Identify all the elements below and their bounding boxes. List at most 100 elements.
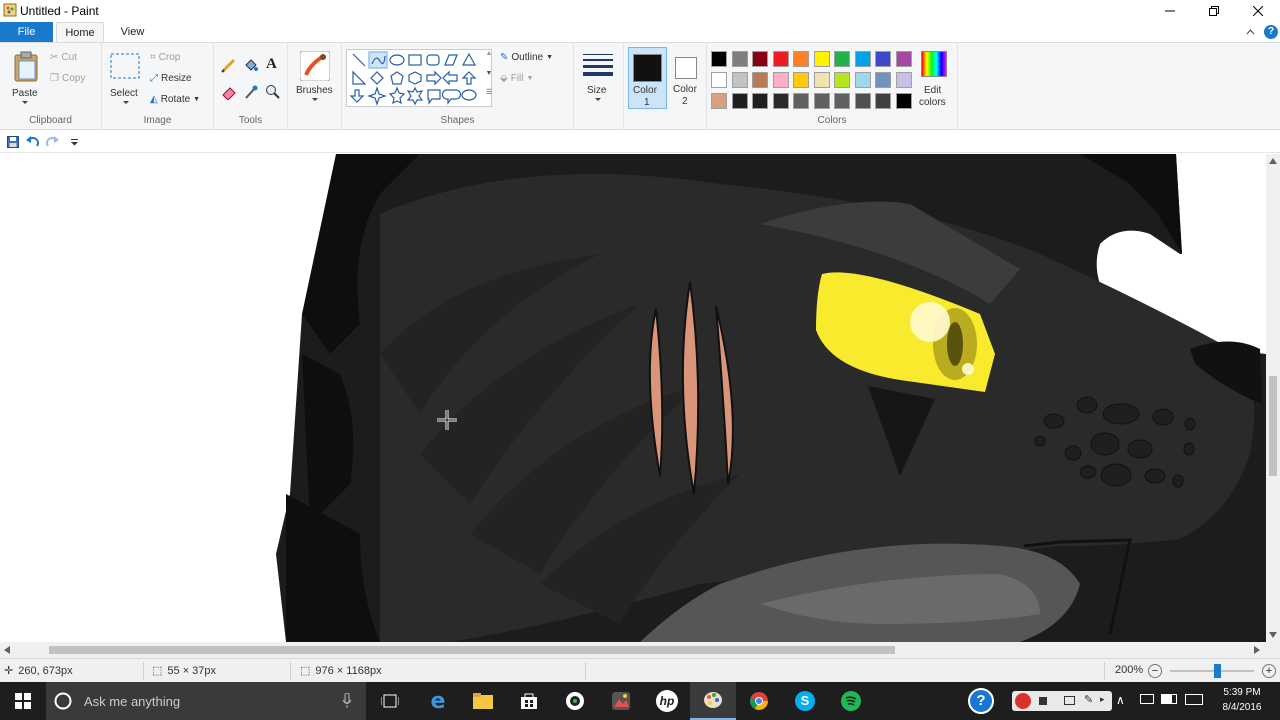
cut-button[interactable]: ✂ Cut [50,52,77,63]
color-swatch[interactable] [752,93,768,109]
zoom-slider-thumb[interactable] [1214,664,1222,678]
zoom-in-button[interactable]: + [1262,664,1276,678]
resize-button[interactable]: ⤢ Resize [150,73,192,84]
taskbar-clock[interactable]: 5:39 PM 8/4/2016 [1210,685,1274,715]
fill-button[interactable]: ⬙ Fill ▼ [500,73,533,84]
scroll-up-icon[interactable] [1269,158,1277,164]
crop-button[interactable]: ⌗ Crop [150,52,180,63]
color-picker-icon[interactable] [243,84,259,100]
color-swatch[interactable] [813,51,830,67]
paste-button[interactable]: Paste [6,47,46,104]
color-swatch[interactable] [895,93,912,109]
customize-toolbar-icon[interactable] [71,139,78,146]
color-swatch[interactable] [813,72,830,88]
color-swatch[interactable] [772,72,789,88]
brushes-group[interactable]: Brushes [288,43,342,129]
recording-toolbar[interactable]: ✎ ▸ [1012,691,1112,711]
help-tray-icon[interactable]: ? [958,682,1004,720]
color-swatch[interactable] [895,72,912,88]
color-swatch[interactable] [875,93,891,109]
color-swatch[interactable] [731,72,748,88]
zoom-slider[interactable] [1170,670,1254,672]
color-swatch[interactable] [711,93,727,109]
keyboard-icon[interactable] [1185,694,1203,705]
show-hidden-icons[interactable]: ∧ [1116,693,1125,707]
network-icon[interactable] [1140,694,1154,704]
skype-icon[interactable]: S [782,682,828,720]
color-swatch[interactable] [772,51,789,67]
help-icon[interactable]: ? [1264,25,1278,39]
color-swatch[interactable] [752,51,768,67]
color-swatch[interactable] [854,93,871,109]
color-swatch[interactable] [793,93,809,109]
hp-app-icon[interactable]: hp [644,682,690,720]
store-icon[interactable] [506,682,552,720]
media-app-icon[interactable] [552,682,598,720]
color-swatch[interactable] [793,72,809,88]
color-swatch[interactable] [772,93,789,109]
canvas-workspace[interactable] [0,154,1266,642]
color-swatch[interactable] [854,51,871,67]
scroll-down-icon[interactable] [1269,632,1277,638]
color-swatch[interactable] [813,93,830,109]
microphone-icon[interactable] [342,693,352,709]
color-swatch[interactable] [854,72,871,88]
eraser-icon[interactable] [221,84,237,100]
magnifier-icon[interactable] [265,84,281,100]
tab-file[interactable]: File [0,22,53,42]
undo-icon[interactable] [26,136,39,148]
select-button[interactable]: Select [106,47,146,105]
shapes-gallery[interactable] [346,49,492,107]
vertical-scroll-thumb[interactable] [1269,376,1277,476]
restore-button[interactable] [1192,0,1236,22]
outline-button[interactable]: ✎ Outline ▼ [500,52,553,63]
file-explorer-icon[interactable] [460,682,506,720]
photo-app-icon[interactable] [598,682,644,720]
redo-icon[interactable] [46,136,59,148]
paint-taskbar-button[interactable] [690,682,736,720]
canvas-drawing[interactable] [0,154,1266,642]
task-view-button[interactable] [367,682,413,720]
edge-browser-icon[interactable]: e [415,682,461,720]
tab-view[interactable]: View [110,22,155,42]
color-swatch[interactable] [711,51,727,67]
color1-button[interactable]: Color 1 [628,47,667,109]
rotate-button[interactable]: ◭ Rotate ▼ [150,94,200,105]
shapes-scrollbar[interactable]: ▲ ▼ ☰ [484,49,494,107]
start-button[interactable] [0,682,46,720]
tab-home[interactable]: Home [56,22,104,42]
color-swatch[interactable] [875,51,891,67]
cortana-search-box[interactable]: Ask me anything [46,682,366,720]
pen-icon[interactable]: ✎ [1084,693,1093,706]
color-swatch[interactable] [875,72,891,88]
text-tool-icon[interactable]: A [266,56,277,73]
color2-button[interactable]: Color 2 [668,47,704,109]
pause-record-icon[interactable] [1015,693,1031,709]
spotify-icon[interactable] [828,682,874,720]
color-swatch[interactable] [731,93,748,109]
edit-colors-button[interactable]: Edit colors [915,47,955,108]
color-swatch[interactable] [793,51,809,67]
minimize-button[interactable] [1148,0,1192,22]
battery-icon[interactable] [1161,694,1177,704]
fill-bucket-icon[interactable] [243,57,259,73]
stop-record-icon[interactable] [1039,697,1047,705]
expand-icon[interactable]: ▸ [1100,694,1105,705]
scroll-left-icon[interactable] [4,646,10,654]
color-swatch[interactable] [752,72,768,88]
horizontal-scroll-thumb[interactable] [49,646,895,654]
save-icon[interactable] [7,136,19,148]
color-swatch[interactable] [895,51,912,67]
horizontal-scrollbar[interactable] [0,642,1266,658]
pencil-icon[interactable] [221,57,237,73]
scroll-right-icon[interactable] [1254,646,1260,654]
color-swatch[interactable] [834,93,850,109]
color-swatch[interactable] [834,51,850,67]
color-swatch[interactable] [834,72,850,88]
close-button[interactable] [1236,0,1280,22]
color-swatch[interactable] [711,72,727,88]
camera-icon[interactable] [1064,696,1075,705]
vertical-scrollbar[interactable] [1266,154,1280,642]
copy-button[interactable]: ❐ Copy [50,73,85,84]
collapse-ribbon-icon[interactable] [1246,28,1255,35]
